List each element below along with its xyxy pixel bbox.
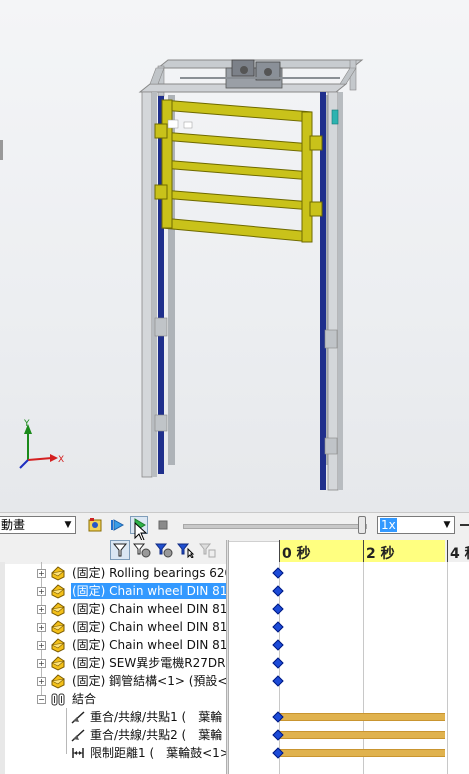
tree-item-label: (固定) Chain wheel DIN 819: [72, 638, 226, 652]
tree-item-sew-motor[interactable]: + (固定) SEW異步電機R27DRS: [0, 654, 226, 672]
study-type-value: 動畫: [1, 518, 26, 532]
mate-change-bar[interactable]: [279, 731, 445, 739]
expand-icon[interactable]: +: [37, 569, 46, 578]
part-icon: [51, 674, 66, 689]
collapse-icon[interactable]: [460, 524, 469, 526]
chevron-down-icon: ▼: [64, 520, 72, 530]
play-from-start-button[interactable]: [108, 516, 126, 534]
filter-driving-button[interactable]: [132, 540, 152, 560]
coincident-icon: [71, 711, 85, 724]
funnel-gear-icon: [133, 543, 151, 558]
chevron-down-icon: ▼: [443, 520, 451, 530]
distance-limit-icon: [72, 748, 84, 758]
part-icon: [51, 584, 66, 599]
tree-item-chain-wheel-3[interactable]: + (固定) Chain wheel DIN 819: [0, 618, 226, 636]
funnel-cursor-icon: [177, 543, 195, 558]
filter-animated-button[interactable]: [110, 540, 130, 560]
mates-icon: [51, 693, 65, 706]
lift-frame-model[interactable]: Y X: [0, 0, 469, 512]
calculate-button[interactable]: [86, 516, 104, 534]
study-type-dropdown[interactable]: 動畫 ▼: [0, 516, 76, 534]
tree-item-chain-wheel-2[interactable]: + (固定) Chain wheel DIN 819: [0, 600, 226, 618]
tree-item-coincident-2[interactable]: 重合/共線/共點2 ( 葉輪: [0, 726, 226, 744]
tree-item-label: 重合/共線/共點1 ( 葉輪: [90, 710, 223, 724]
part-icon: [51, 638, 66, 653]
tree-item-label: 結合: [72, 692, 97, 706]
tree-item-label: (固定) Chain wheel DIN 819: [72, 602, 226, 616]
autofit-button[interactable]: [198, 540, 218, 560]
expand-icon[interactable]: +: [37, 587, 46, 596]
tree-item-label: (固定) SEW異步電機R27DRS: [72, 656, 226, 670]
coincident-icon: [71, 729, 85, 742]
tick-label-4s: 4 秒: [450, 546, 469, 562]
playback-speed-dropdown[interactable]: 1x ▼: [377, 516, 455, 534]
calculator-icon: [88, 518, 102, 532]
tree-item-coincident-1[interactable]: 重合/共線/共點1 ( 葉輪: [0, 708, 226, 726]
stop-icon: [158, 520, 168, 530]
part-icon: [51, 602, 66, 617]
tree-item-label: (固定) 鋼管結構<1> (預設<-: [72, 674, 226, 688]
funnel-gear-icon: [155, 543, 173, 558]
gridline: [363, 562, 364, 774]
expand-icon[interactable]: +: [37, 677, 46, 686]
timeline-area[interactable]: [229, 562, 469, 774]
gridline: [447, 562, 448, 774]
part-icon: [51, 620, 66, 635]
mate-change-bar[interactable]: [279, 749, 445, 757]
play-from-start-icon: [111, 519, 125, 531]
tree-item-label: (固定) Chain wheel DIN 819: [71, 583, 226, 599]
filter-selected-button[interactable]: [154, 540, 174, 560]
collapse-icon[interactable]: −: [37, 695, 46, 704]
tick-label-2s: 2 秒: [366, 546, 395, 562]
part-icon: [51, 656, 66, 671]
tick-mark: [363, 540, 364, 562]
expand-icon[interactable]: +: [37, 641, 46, 650]
playback-speed-value: 1x: [380, 518, 397, 532]
mate-change-bar[interactable]: [279, 713, 445, 721]
stop-button[interactable]: [154, 516, 172, 534]
graphics-viewport[interactable]: Y X: [0, 0, 469, 512]
tick-mark: [279, 540, 280, 562]
funnel-icon: [112, 543, 128, 557]
tree-item-rolling-bearing[interactable]: + (固定) Rolling bearings 620: [0, 564, 226, 582]
expand-icon[interactable]: +: [37, 659, 46, 668]
tree-item-mates-folder[interactable]: − 結合: [0, 690, 226, 708]
tree-item-chain-wheel-4[interactable]: + (固定) Chain wheel DIN 819: [0, 636, 226, 654]
tree-item-label: 限制距離1 ( 葉輪鼓<1>: [90, 746, 226, 760]
expand-icon[interactable]: +: [37, 623, 46, 632]
expand-icon[interactable]: +: [37, 605, 46, 614]
playback-slider-track[interactable]: [183, 524, 367, 529]
funnel-disabled-icon: [199, 543, 216, 558]
playback-slider-thumb[interactable]: [358, 516, 366, 534]
mouse-cursor-icon: [134, 522, 148, 542]
tree-item-chain-wheel-1[interactable]: + (固定) Chain wheel DIN 819: [0, 582, 226, 600]
tree-item-label: (固定) Chain wheel DIN 819: [72, 620, 226, 634]
tick-mark: [447, 540, 448, 562]
triad-y-label: Y: [23, 419, 30, 429]
part-icon: [51, 566, 66, 581]
triad-x-label: X: [58, 455, 64, 465]
tree-item-label: (固定) Rolling bearings 620: [72, 566, 226, 580]
tick-label-0s: 0 秒: [282, 546, 311, 562]
tree-item-label: 重合/共線/共點2 ( 葉輪: [90, 728, 223, 742]
tree-item-distance-limit[interactable]: 限制距離1 ( 葉輪鼓<1>: [0, 744, 226, 762]
filter-results-button[interactable]: [176, 540, 196, 560]
tree-item-tube-structure[interactable]: + (固定) 鋼管結構<1> (預設<-: [0, 672, 226, 690]
